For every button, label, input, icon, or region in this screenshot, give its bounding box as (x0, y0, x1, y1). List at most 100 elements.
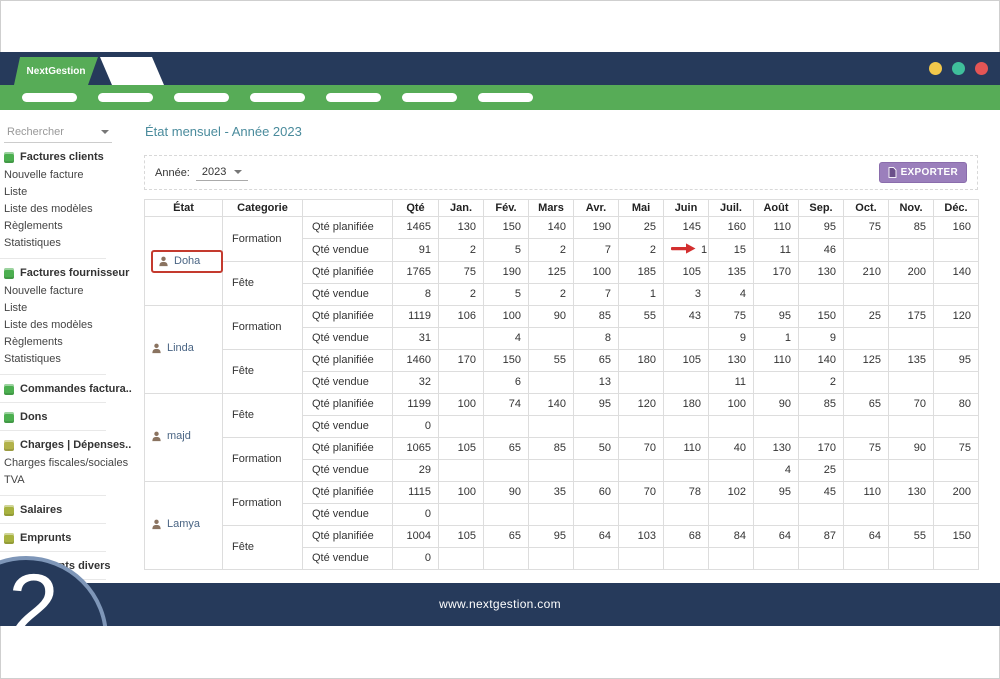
month-value-cell (573, 503, 619, 526)
main-navbar (0, 85, 1000, 110)
window-control-dot[interactable] (952, 62, 965, 75)
table-row: Formation Qté planifiée 1065 105 65 85 50 70 110… (145, 437, 979, 482)
month-value-cell (663, 371, 709, 394)
brand-stripe-decoration (100, 57, 164, 85)
sidebar-section-salaires[interactable]: Salaires (0, 504, 132, 516)
window-control-dot[interactable] (929, 62, 942, 75)
month-value-cell: 100 (438, 393, 484, 416)
qty-total-cell: 32 (392, 371, 439, 394)
column-header: Jan. (438, 199, 484, 217)
month-value-cell: 150 (933, 525, 979, 548)
client-cell: Doha (144, 216, 223, 306)
month-value-cell: 85 (798, 393, 844, 416)
loan-icon (4, 532, 14, 544)
nav-pill[interactable] (326, 93, 381, 102)
month-value-cell: 75 (708, 305, 754, 328)
month-value-cell: 2 (798, 371, 844, 394)
client-name[interactable]: Linda (151, 342, 194, 355)
month-value-cell: 46 (798, 238, 844, 262)
month-value-cell (888, 503, 934, 526)
sidebar-section-charges-d-penses[interactable]: Charges | Dépenses... (0, 439, 132, 451)
month-value-cell: 140 (528, 393, 574, 416)
client-name[interactable]: Doha (151, 249, 223, 273)
content-area: Rechercher Factures clients Nouvelle fact… (0, 110, 1000, 583)
month-value-cell (663, 459, 709, 482)
month-value-cell: 55 (528, 349, 574, 372)
month-value-cell: 100 (483, 305, 529, 328)
month-value-cell: 135 (708, 261, 754, 284)
sidebar-divider (0, 374, 106, 375)
qty-total-cell: 1465 (392, 216, 439, 239)
row-label-cell: Qté planifiée (302, 261, 393, 284)
app-window: NextGestion Rechercher Factures clients N… (0, 52, 1000, 626)
sidebar-item-liste-des-mod-les[interactable]: Liste des modèles (0, 200, 132, 217)
sidebar-section-factures-clients[interactable]: Factures clients (0, 151, 132, 163)
sidebar-item-tva[interactable]: TVA (0, 471, 132, 488)
nav-pill[interactable] (402, 93, 457, 102)
sidebar-item-statistiques[interactable]: Statistiques (0, 234, 132, 251)
month-value-cell (528, 415, 574, 438)
nav-pill[interactable] (478, 93, 533, 102)
year-select[interactable]: 2023 (195, 165, 249, 181)
month-value-cell (663, 415, 709, 438)
month-value-cell (573, 415, 619, 438)
sidebar-section-emprunts[interactable]: Emprunts (0, 532, 132, 544)
sidebar-item-liste[interactable]: Liste (0, 299, 132, 316)
month-value-cell: 106 (438, 305, 484, 328)
category-cell: Formation (222, 481, 303, 526)
month-value-cell: 135 (888, 349, 934, 372)
month-value-cell (528, 459, 574, 482)
client-name-label: Doha (174, 254, 201, 267)
month-value-cell: 13 (573, 371, 619, 394)
brand-logo[interactable]: NextGestion (14, 57, 98, 85)
month-value-cell: 160 (708, 216, 754, 239)
footer-url[interactable]: www.nextgestion.com (0, 583, 1000, 626)
chevron-down-icon (101, 130, 109, 134)
month-value-cell (933, 371, 979, 394)
month-value-cell (843, 327, 889, 350)
invoice-icon (4, 151, 14, 163)
month-value-cell (663, 503, 709, 526)
month-value-cell (933, 283, 979, 306)
month-value-cell: 11 (708, 371, 754, 394)
sidebar-section-label: Commandes factura... (20, 383, 132, 395)
sidebar-section-commandes-factura[interactable]: Commandes factura... (0, 383, 132, 395)
qty-total-cell: 1765 (392, 261, 439, 284)
nav-pill[interactable] (250, 93, 305, 102)
month-value-cell (618, 371, 664, 394)
sidebar-item-r-glements[interactable]: Règlements (0, 217, 132, 234)
sidebar-item-statistiques[interactable]: Statistiques (0, 350, 132, 367)
month-value-cell: 180 (663, 393, 709, 416)
sidebar-item-r-glements[interactable]: Règlements (0, 333, 132, 350)
row-label-cell: Qté vendue (302, 459, 393, 482)
client-name[interactable]: majd (151, 430, 191, 443)
nav-pill[interactable] (98, 93, 153, 102)
sidebar-item-nouvelle-facture[interactable]: Nouvelle facture (0, 282, 132, 299)
month-value-cell (933, 503, 979, 526)
month-value-cell: 9 (798, 327, 844, 350)
sidebar-item-liste[interactable]: Liste (0, 183, 132, 200)
category-cell: Formation (222, 437, 303, 482)
row-label-cell: Qté planifiée (302, 216, 393, 239)
sidebar-item-charges-fiscales-sociales[interactable]: Charges fiscales/sociales (0, 454, 132, 471)
month-value-cell: 130 (753, 437, 799, 460)
client-cell: Linda (144, 305, 223, 394)
export-button[interactable]: EXPORTER (878, 162, 967, 183)
month-value-cell: 130 (438, 216, 484, 239)
window-control-dot[interactable] (975, 62, 988, 75)
nav-pill[interactable] (22, 93, 77, 102)
sidebar-item-liste-des-mod-les[interactable]: Liste des modèles (0, 316, 132, 333)
client-name[interactable]: Lamya (151, 518, 200, 531)
month-value-cell: 7 (573, 283, 619, 306)
month-value-cell: 95 (573, 393, 619, 416)
qty-total-cell: 1115 (392, 481, 439, 504)
month-value-cell: 160 (933, 216, 979, 239)
month-value-cell (438, 547, 484, 570)
sidebar-section-dons[interactable]: Dons (0, 411, 132, 423)
sidebar-section-factures-fournisseur[interactable]: Factures fournisseur (0, 267, 132, 279)
nav-pill[interactable] (174, 93, 229, 102)
row-label-cell: Qté planifiée (302, 525, 393, 548)
search-input[interactable]: Rechercher (4, 122, 112, 143)
month-value-cell: 190 (573, 216, 619, 239)
sidebar-item-nouvelle-facture[interactable]: Nouvelle facture (0, 166, 132, 183)
